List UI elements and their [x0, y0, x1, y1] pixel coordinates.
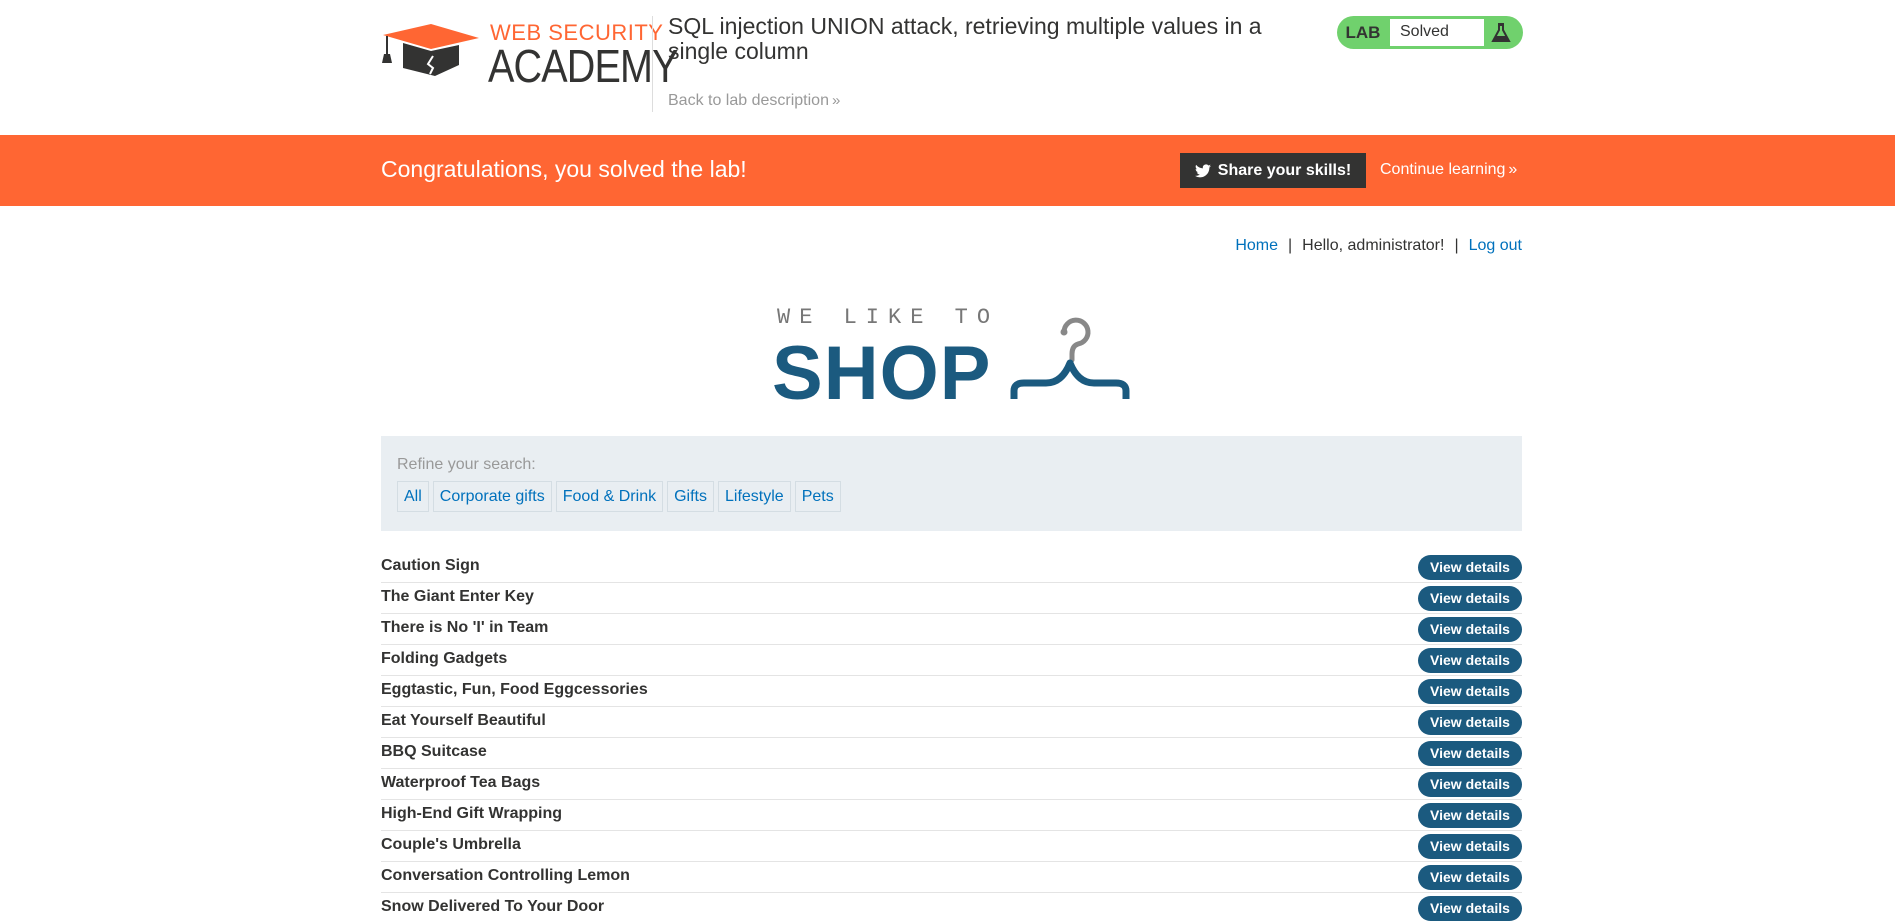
product-name: Couple's Umbrella	[381, 836, 521, 853]
product-name: Eat Yourself Beautiful	[381, 712, 546, 729]
product-row: There is No 'I' in Team View details	[381, 614, 1522, 645]
header-divider	[652, 16, 653, 112]
category-link-all[interactable]: All	[397, 481, 429, 512]
filter-label: Refine your search:	[397, 456, 536, 473]
nav-separator: |	[1288, 237, 1293, 254]
view-details-button[interactable]: View details	[1418, 648, 1522, 673]
category-filter: Refine your search: All Corporate gifts …	[381, 436, 1522, 531]
view-details-button[interactable]: View details	[1418, 679, 1522, 704]
lab-status-text: Solved	[1390, 19, 1484, 46]
twitter-bird-icon	[1194, 163, 1211, 177]
home-link[interactable]: Home	[1235, 237, 1278, 254]
account-nav: Home | Hello, administrator! | Log out	[1235, 237, 1522, 255]
product-name: High-End Gift Wrapping	[381, 805, 563, 822]
greeting-text: Hello, administrator!	[1302, 237, 1445, 254]
double-chevron-right-icon: »	[1508, 161, 1518, 178]
back-to-lab-description-link[interactable]: Back to lab description»	[668, 92, 840, 110]
logo-text-main: ACADEMY	[488, 40, 678, 92]
continue-link-label: Continue learning	[1380, 161, 1506, 178]
view-details-button[interactable]: View details	[1418, 617, 1522, 642]
product-name: Snow Delivered To Your Door	[381, 898, 605, 915]
academy-header: WEB SECURITY ACADEMY SQL injection UNION…	[0, 0, 1895, 135]
product-name: BBQ Suitcase	[381, 743, 487, 760]
product-row: Snow Delivered To Your Door View details	[381, 893, 1522, 924]
product-row: Waterproof Tea Bags View details	[381, 769, 1522, 800]
product-row: Conversation Controlling Lemon View deta…	[381, 862, 1522, 893]
product-name: Folding Gadgets	[381, 650, 508, 667]
product-row: Eat Yourself Beautiful View details	[381, 707, 1522, 738]
shop-tagline: WE LIKE TO	[777, 305, 1000, 330]
view-details-button[interactable]: View details	[1418, 896, 1522, 921]
double-chevron-right-icon: »	[831, 92, 841, 109]
product-list: Caution Sign View details The Giant Ente…	[381, 552, 1522, 924]
category-link-corporate-gifts[interactable]: Corporate gifts	[432, 481, 552, 512]
view-details-button[interactable]: View details	[1418, 741, 1522, 766]
graduation-cap-icon	[382, 24, 479, 76]
product-row: High-End Gift Wrapping View details	[381, 800, 1522, 831]
shop-word: SHOP	[772, 331, 992, 416]
solved-banner: Congratulations, you solved the lab! Sha…	[0, 135, 1895, 206]
view-details-button[interactable]: View details	[1418, 586, 1522, 611]
product-name: Conversation Controlling Lemon	[381, 867, 630, 884]
view-details-button[interactable]: View details	[1418, 710, 1522, 735]
share-button-label: Share your skills!	[1217, 161, 1352, 179]
product-name: There is No 'I' in Team	[381, 619, 549, 636]
lab-badge: LAB	[1345, 22, 1381, 42]
category-list: All Corporate gifts Food & Drink Gifts L…	[397, 481, 841, 512]
product-name: Waterproof Tea Bags	[381, 774, 541, 791]
share-your-skills-button[interactable]: Share your skills!	[1180, 153, 1366, 188]
continue-learning-link[interactable]: Continue learning»	[1380, 161, 1517, 179]
back-link-label: Back to lab description	[668, 92, 829, 109]
category-link-food-drink[interactable]: Food & Drink	[555, 481, 664, 512]
product-row: Eggtastic, Fun, Food Eggcessories View d…	[381, 676, 1522, 707]
category-link-gifts[interactable]: Gifts	[667, 481, 714, 512]
product-name: Caution Sign	[381, 557, 480, 574]
nav-separator: |	[1454, 237, 1459, 254]
view-details-button[interactable]: View details	[1418, 772, 1522, 797]
product-row: BBQ Suitcase View details	[381, 738, 1522, 769]
lab-title: SQL injection UNION attack, retrieving m…	[668, 13, 1262, 64]
view-details-button[interactable]: View details	[1418, 803, 1522, 828]
solved-message: Congratulations, you solved the lab!	[381, 156, 747, 182]
view-details-button[interactable]: View details	[1418, 834, 1522, 859]
product-row: Couple's Umbrella View details	[381, 831, 1522, 862]
product-row: The Giant Enter Key View details	[381, 583, 1522, 614]
shop-logo: WE LIKE TO SHOP	[772, 302, 1132, 416]
product-name: Eggtastic, Fun, Food Eggcessories	[381, 681, 648, 698]
clothes-hanger-icon	[1010, 317, 1130, 399]
product-name: The Giant Enter Key	[381, 588, 534, 605]
logout-link[interactable]: Log out	[1469, 237, 1522, 254]
view-details-button[interactable]: View details	[1418, 865, 1522, 890]
category-link-pets[interactable]: Pets	[794, 481, 841, 512]
product-row: Folding Gadgets View details	[381, 645, 1522, 676]
view-details-button[interactable]: View details	[1418, 555, 1522, 580]
category-link-lifestyle[interactable]: Lifestyle	[717, 481, 791, 512]
web-security-academy-logo[interactable]: WEB SECURITY ACADEMY	[381, 18, 678, 92]
flask-icon	[1488, 20, 1514, 46]
lab-status-widget: LAB Solved	[1337, 16, 1523, 49]
product-row: Caution Sign View details	[381, 552, 1522, 583]
